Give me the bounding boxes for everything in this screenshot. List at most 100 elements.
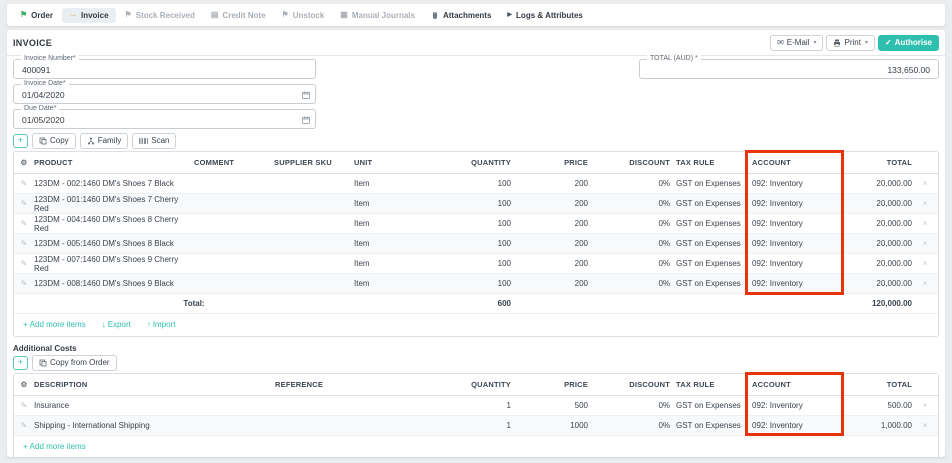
add-line-button[interactable]: +: [13, 134, 28, 148]
tab-label: Order: [31, 11, 53, 20]
import-label: Import: [153, 320, 176, 329]
item-total: 20,000.00: [832, 279, 912, 288]
scan-button-label: Scan: [151, 137, 169, 145]
total-aud-label: TOTAL (AUD) *: [647, 55, 701, 63]
item-account: 092: Inventory: [746, 179, 832, 188]
tab-label: Logs & Attributes: [516, 11, 583, 20]
tab-invoice[interactable]: → Invoice: [62, 8, 116, 23]
flag-icon: ⚑: [20, 11, 27, 19]
import-link[interactable]: ↑ Import: [147, 320, 176, 329]
item-account: 092: Inventory: [746, 199, 832, 208]
tab-unstock[interactable]: ⚑ Unstock: [275, 8, 332, 23]
barcode-icon: [139, 137, 148, 145]
logs-icon: ▶: [507, 12, 512, 18]
copy-from-order-button[interactable]: Copy from Order: [32, 355, 117, 371]
add-cost-line-button[interactable]: +: [13, 356, 28, 370]
item-unit: Item: [354, 219, 429, 228]
edit-row-pencil-icon[interactable]: ✎: [14, 259, 34, 268]
item-product: 123DM - 001:1460 DM's Shoes 7 Cherry Red: [34, 195, 194, 213]
copy-button[interactable]: Copy: [32, 133, 76, 149]
remove-row-icon[interactable]: ×: [912, 401, 938, 410]
email-button[interactable]: ✉ E-Mail ▾: [770, 35, 823, 51]
due-date-field[interactable]: Due Date* 01/05/2020: [13, 109, 316, 129]
costs-table-body: ✎ Insurance 1 500 0% GST on Expenses 092…: [14, 396, 938, 436]
item-tax-rule: GST on Expenses: [670, 259, 746, 268]
item-product: 123DM - 008:1460 DM's Shoes 9 Black: [34, 279, 194, 288]
total-aud-field[interactable]: TOTAL (AUD) * 133,650.00: [639, 59, 939, 79]
remove-row-icon[interactable]: ×: [912, 421, 938, 430]
arrow-icon: →: [69, 11, 77, 19]
additional-costs-table: ⚙ DESCRIPTION REFERENCE QUANTITY PRICE D…: [13, 373, 939, 457]
remove-row-icon[interactable]: ×: [912, 259, 938, 268]
add-more-items-link[interactable]: + Add more items: [23, 320, 86, 329]
item-tax-rule: GST on Expenses: [670, 219, 746, 228]
item-tax-rule: GST on Expenses: [670, 199, 746, 208]
cost-total: 1,000.00: [832, 421, 912, 430]
add-more-items-link[interactable]: + Add more items: [23, 442, 86, 451]
remove-row-icon[interactable]: ×: [912, 179, 938, 188]
col-supplier-sku: SUPPLIER SKU: [274, 158, 354, 167]
plus-icon: +: [23, 442, 28, 451]
journal-icon: ▦: [340, 11, 348, 19]
tab-manual-journals[interactable]: ▦ Manual Journals: [333, 8, 422, 23]
flag-icon: ⚑: [125, 11, 132, 19]
item-price: 200: [511, 279, 588, 288]
calendar-icon[interactable]: [302, 91, 310, 99]
calendar-icon[interactable]: [302, 116, 310, 124]
export-icon: ↓: [102, 320, 106, 329]
family-button[interactable]: Family: [80, 133, 129, 149]
items-total-quantity: 600: [429, 299, 511, 308]
remove-row-icon[interactable]: ×: [912, 239, 938, 248]
edit-row-pencil-icon[interactable]: ✎: [14, 219, 34, 228]
item-quantity: 100: [429, 239, 511, 248]
check-circle-icon: ✓: [885, 39, 892, 47]
print-button-label: Print: [844, 39, 860, 47]
item-account: 092: Inventory: [746, 219, 832, 228]
tab-attachments[interactable]: Attachments: [424, 8, 498, 23]
scan-button[interactable]: Scan: [132, 133, 176, 149]
cost-row: ✎ Shipping - International Shipping 1 10…: [14, 416, 938, 436]
item-unit: Item: [354, 279, 429, 288]
edit-row-pencil-icon[interactable]: ✎: [14, 199, 34, 208]
tab-label: Attachments: [443, 11, 491, 20]
item-discount: 0%: [588, 239, 670, 248]
tab-label: Stock Received: [136, 11, 195, 20]
authorise-button[interactable]: ✓ Authorise: [878, 35, 939, 51]
tab-credit-note[interactable]: ▤ Credit Note: [204, 8, 273, 23]
print-button[interactable]: Print ▾: [826, 35, 874, 51]
edit-row-pencil-icon[interactable]: ✎: [14, 179, 34, 188]
item-unit: Item: [354, 199, 429, 208]
col-price: PRICE: [511, 158, 588, 167]
tab-stock-received[interactable]: ⚑ Stock Received: [118, 8, 202, 23]
invoice-date-field[interactable]: Invoice Date* 01/04/2020: [13, 84, 316, 104]
invoice-number-field[interactable]: Invoice Number* 400091: [13, 59, 316, 79]
item-row: ✎ 123DM - 002:1460 DM's Shoes 7 Black It…: [14, 174, 938, 194]
edit-row-pencil-icon[interactable]: ✎: [14, 239, 34, 248]
column-settings-gear-icon[interactable]: ⚙: [14, 380, 34, 389]
copy-icon: [39, 359, 47, 367]
col-total: TOTAL: [832, 380, 912, 389]
chevron-down-icon: ▾: [813, 40, 816, 46]
tab-order[interactable]: ⚑ Order: [13, 8, 60, 23]
column-settings-gear-icon[interactable]: ⚙: [14, 158, 34, 167]
tab-label: Credit Note: [222, 11, 265, 20]
item-total: 20,000.00: [832, 199, 912, 208]
col-discount: DISCOUNT: [588, 158, 670, 167]
edit-row-pencil-icon[interactable]: ✎: [14, 401, 34, 410]
invoice-panel: INVOICE ✉ E-Mail ▾ Print ▾ ✓ Authorise I…: [7, 30, 945, 457]
tab-label: Invoice: [81, 11, 109, 20]
export-link[interactable]: ↓ Export: [102, 320, 131, 329]
copy-icon: [39, 137, 47, 145]
items-total-row: Total: 600 120,000.00: [14, 294, 938, 314]
items-table-header: ⚙ PRODUCT COMMENT SUPPLIER SKU UNIT QUAN…: [14, 152, 938, 174]
remove-row-icon[interactable]: ×: [912, 219, 938, 228]
remove-row-icon[interactable]: ×: [912, 199, 938, 208]
col-total: TOTAL: [832, 158, 912, 167]
item-total: 20,000.00: [832, 239, 912, 248]
tab-logs-attributes[interactable]: ▶ Logs & Attributes: [500, 8, 589, 23]
edit-row-pencil-icon[interactable]: ✎: [14, 279, 34, 288]
item-discount: 0%: [588, 219, 670, 228]
edit-row-pencil-icon[interactable]: ✎: [14, 421, 34, 430]
due-date-label: Due Date*: [21, 105, 59, 113]
remove-row-icon[interactable]: ×: [912, 279, 938, 288]
